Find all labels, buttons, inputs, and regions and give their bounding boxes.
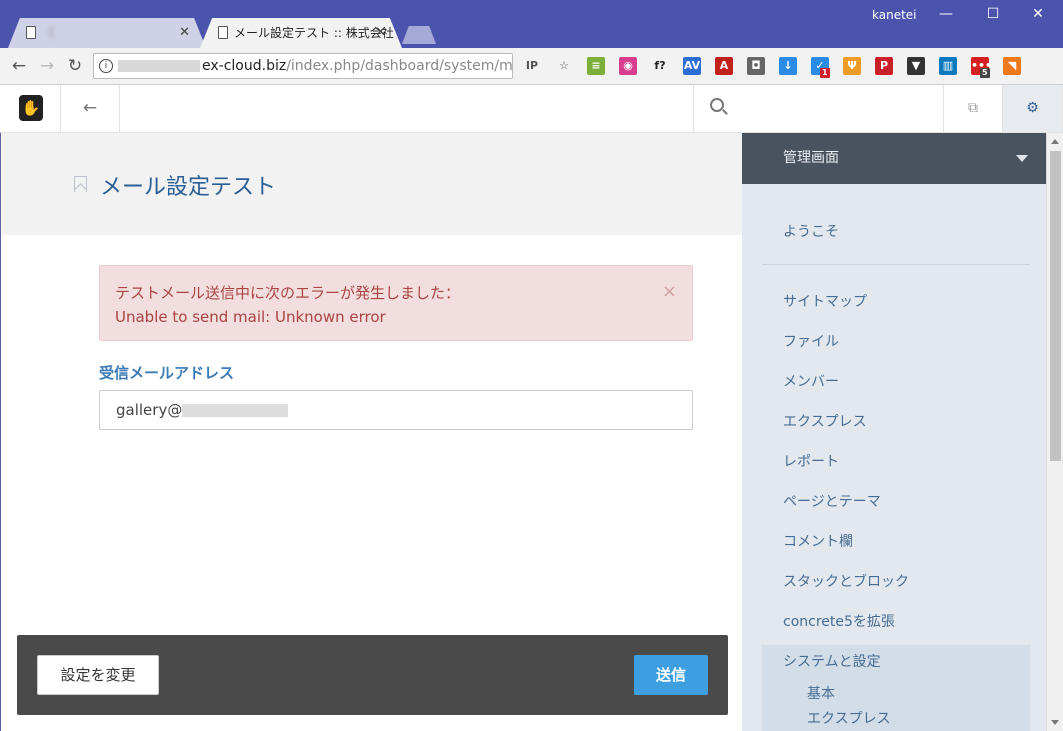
notes-icon[interactable]: ≡	[587, 57, 605, 75]
sidebar-item-2[interactable]: メンバー	[783, 371, 839, 391]
sidebar-item-1[interactable]: ファイル	[783, 331, 839, 351]
search-icon	[710, 98, 724, 112]
new-tab-button[interactable]	[402, 26, 436, 44]
recipient-email-input[interactable]: gallery@	[99, 390, 693, 430]
redacted-email	[182, 404, 289, 417]
close-window-icon[interactable]: ✕	[1028, 4, 1048, 24]
url-host: ex-cloud.biz	[202, 58, 287, 74]
redacted-host	[118, 60, 200, 72]
page-title: メール設定テスト	[100, 175, 277, 200]
error-alert: テストメール送信中に次のエラーが発生しました： Unable to send m…	[99, 265, 693, 341]
font-icon[interactable]: f?	[651, 57, 669, 75]
star-icon[interactable]: ☆	[555, 57, 573, 75]
sidebar-item-3[interactable]: エクスプレス	[783, 411, 867, 431]
forward-arrow-icon[interactable]: →	[36, 55, 58, 77]
sidebar-subitem-basics[interactable]: 基本	[807, 683, 835, 703]
intelligent-search-button[interactable]: ⧉	[944, 85, 1003, 132]
page-icon	[218, 26, 228, 39]
email-value: gallery@	[116, 401, 183, 419]
address-bar[interactable]: i ex-cloud.biz/index.php/dashboard/syste…	[93, 53, 513, 79]
profile-name[interactable]: kanetei	[872, 8, 917, 22]
vertical-scrollbar[interactable]	[1046, 133, 1063, 731]
tab-active[interactable]: メール設定テスト :: 株式会社 ✕	[200, 18, 402, 48]
main-content: メール設定テスト テストメール送信中に次のエラーが発生しました： Unable …	[0, 133, 743, 731]
tab-inactive[interactable]: 〈 ✕	[8, 18, 206, 48]
reload-icon[interactable]: ↻	[64, 55, 86, 77]
scroll-up-icon[interactable]	[1051, 139, 1059, 144]
sidebar-item-6[interactable]: コメント欄	[783, 531, 853, 551]
dashboard-toggle-button[interactable]: ⚙	[1003, 85, 1063, 132]
change-settings-button[interactable]: 設定を変更	[37, 655, 159, 695]
tab-title: メール設定テスト :: 株式会社	[234, 26, 394, 40]
color-picker-icon[interactable]: ◉	[619, 57, 637, 75]
sidebar-title: 管理画面	[783, 150, 839, 166]
ip-icon[interactable]: IP	[523, 57, 541, 75]
maximize-icon[interactable]: ☐	[983, 4, 1003, 24]
info-icon[interactable]: i	[99, 59, 113, 73]
extension-badge: 5	[980, 68, 990, 78]
sidebar-item-7[interactable]: スタックとブロック	[783, 571, 909, 591]
tab-close-icon[interactable]: ✕	[179, 18, 190, 48]
page-header: メール設定テスト	[2, 133, 743, 235]
sidebar-subitem-express[interactable]: エクスプレス	[807, 708, 891, 728]
pinterest-icon[interactable]: P	[875, 57, 893, 75]
close-icon[interactable]: ×	[662, 280, 677, 304]
alert-message: テストメール送信中に次のエラーが発生しました：	[115, 284, 461, 302]
trello-icon[interactable]: ▥	[939, 57, 957, 75]
orange-icon[interactable]: ◥	[1003, 57, 1021, 75]
concrete5-toolbar: ✋ ← ⧉ ⚙	[0, 85, 1063, 133]
back-arrow-icon[interactable]: ←	[8, 55, 30, 77]
pocket-icon[interactable]: ▼	[907, 57, 925, 75]
utensils-icon[interactable]: Ψ	[843, 57, 861, 75]
form-actions: 設定を変更 送信	[17, 635, 728, 715]
download-icon[interactable]: ↓	[779, 57, 797, 75]
pdf-icon[interactable]: A	[715, 57, 733, 75]
recipient-email-label: 受信メールアドレス	[99, 364, 235, 382]
extension-badge: 1	[820, 68, 830, 78]
sidebar-item-9[interactable]: システムと設定	[783, 651, 881, 671]
sidebar-item-0[interactable]: サイトマップ	[783, 291, 867, 311]
back-button[interactable]: ←	[61, 85, 120, 132]
browser-titlebar: 〈 ✕ メール設定テスト :: 株式会社 ✕ kanetei — ☐ ✕	[0, 0, 1063, 48]
scroll-down-icon[interactable]	[1051, 720, 1059, 725]
sidebar-divider	[762, 264, 1030, 265]
dashboard-sidebar: 管理画面 ようこそ サイトマップ ファイル メンバー エクスプレス レポート ページとテー…	[742, 133, 1046, 731]
alert-detail: Unable to send mail: Unknown error	[115, 308, 386, 326]
av-icon[interactable]: AV	[683, 57, 701, 75]
minimize-icon[interactable]: —	[936, 4, 956, 24]
camera-icon[interactable]: ◘	[747, 57, 765, 75]
search-box[interactable]	[693, 85, 944, 132]
sliders-icon: ⚙	[1026, 100, 1039, 116]
concrete5-logo-icon[interactable]: ✋	[19, 95, 43, 121]
sidebar-item-8[interactable]: concrete5を拡張	[783, 611, 895, 631]
caret-down-icon[interactable]	[1016, 155, 1028, 162]
logo-cell[interactable]: ✋	[0, 85, 61, 132]
send-button[interactable]: 送信	[634, 655, 708, 695]
scroll-thumb[interactable]	[1050, 151, 1061, 461]
tab-close-icon[interactable]: ✕	[375, 18, 386, 48]
url-path: /index.php/dashboard/system/mail...	[286, 58, 513, 74]
sidebar-item-welcome[interactable]: ようこそ	[783, 221, 839, 241]
page-icon	[26, 26, 36, 39]
bookmark-icon[interactable]	[74, 176, 87, 192]
tab-title: 〈	[42, 26, 55, 40]
sidebar-item-4[interactable]: レポート	[783, 451, 839, 471]
arrow-left-icon: ←	[82, 98, 98, 118]
sidebar-item-5[interactable]: ページとテーマ	[783, 491, 881, 511]
sidebar-header[interactable]: 管理画面	[742, 133, 1046, 184]
copy-icon: ⧉	[968, 100, 978, 116]
